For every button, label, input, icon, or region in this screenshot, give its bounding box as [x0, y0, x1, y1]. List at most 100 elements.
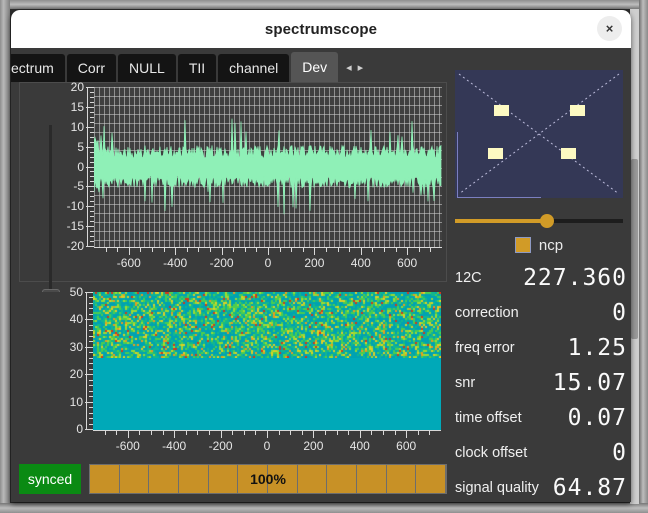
stat-row-clock-offset: clock offset 0: [455, 435, 631, 470]
x-tick-minor: [244, 247, 246, 252]
slider-handle[interactable]: [540, 214, 555, 228]
x-tick-minor: [104, 430, 106, 435]
x-tick-minor: [301, 430, 303, 435]
constellation-point: [488, 148, 504, 160]
x-tick-major: [220, 430, 222, 438]
waterfall-x-axis: -600 -400 -200 0 200 400 600: [93, 430, 441, 456]
x-tick-label: -400: [163, 256, 188, 270]
x-tick-major: [174, 430, 176, 438]
x-tick-label: 600: [397, 256, 418, 270]
x-tick-major: [314, 247, 316, 255]
x-tick-label: -200: [209, 256, 234, 270]
constellation-point: [494, 104, 510, 116]
waterfall-y-axis: 0 10 20 30 40 50: [49, 285, 93, 436]
y-tick-label: 20: [70, 80, 84, 94]
stat-value: 227.360: [523, 264, 627, 291]
x-tick-minor: [291, 247, 293, 252]
constellation-point: [560, 148, 576, 160]
x-tick-minor: [163, 247, 165, 252]
spectrum-trace: [94, 118, 442, 215]
x-tick-minor: [117, 247, 119, 252]
x-tick-minor: [197, 430, 199, 435]
left-panel: ectrum Corr NULL TII channel Dev ◂ ▸ 20 15 10 5 0 -5…: [11, 48, 447, 502]
tab-null[interactable]: NULL: [118, 54, 176, 82]
chevron-left-icon[interactable]: ◂: [346, 62, 352, 74]
x-tick-minor: [278, 430, 280, 435]
window-body: ectrum Corr NULL TII channel Dev ◂ ▸ 20 15 10 5 0 -5…: [11, 48, 631, 502]
y-tick-label: 0: [76, 422, 83, 436]
spectrum-x-axis: -600 -400 -200 0 200 400 600: [94, 247, 442, 273]
stat-row-12c: 12C 227.360: [455, 260, 631, 295]
y-tick-label: 0: [77, 159, 84, 174]
status-bar: synced 100%: [19, 464, 447, 494]
x-tick-minor: [349, 247, 351, 252]
y-tick-label: -15: [66, 219, 84, 234]
scrollbar-thumb[interactable]: [631, 159, 638, 339]
x-tick-minor: [186, 247, 188, 252]
x-tick-label: -600: [115, 439, 140, 453]
window-frame-left: [0, 0, 10, 513]
tab-bar: ectrum Corr NULL TII channel Dev ◂ ▸: [11, 50, 447, 82]
y-tick-major: [86, 126, 94, 128]
stat-value: 0: [612, 439, 627, 466]
tab-tii[interactable]: TII: [177, 54, 217, 82]
close-icon[interactable]: ×: [597, 16, 622, 41]
stat-label: clock offset: [455, 444, 528, 461]
gain-slider[interactable]: [455, 213, 623, 228]
spectrum-panel: 20 15 10 5 0 -5 -10 -15 -20 -600 -400 -200 0 200 400 6…: [19, 80, 447, 313]
constellation-guides-icon: [458, 73, 620, 195]
x-tick-label: -400: [162, 439, 187, 453]
y-tick-major: [86, 146, 94, 148]
stat-label: time offset: [455, 409, 522, 426]
tab-ectrum[interactable]: ectrum: [11, 54, 65, 82]
y-tick-label: 50: [69, 285, 83, 299]
chevron-right-icon[interactable]: ▸: [358, 62, 364, 74]
x-tick-minor: [232, 430, 234, 435]
y-tick-label: 40: [69, 312, 83, 327]
waterfall-panel: 0 10 20 30 40 50 -600 -400 -200 0 200 400 600: [19, 285, 447, 462]
stat-label: signal quality: [455, 479, 539, 496]
tab-dev[interactable]: Dev: [291, 52, 339, 82]
x-tick-major: [268, 247, 269, 255]
y-tick-major: [86, 186, 94, 188]
spectrum-y-axis: 20 15 10 5 0 -5 -10 -15 -20: [50, 80, 94, 253]
constellation-axis-vertical: [457, 132, 458, 198]
x-tick-minor: [279, 247, 281, 252]
stat-label: 12C: [455, 269, 482, 286]
x-tick-minor: [394, 430, 396, 435]
stat-row-freq-error: freq error 1.25: [455, 330, 631, 365]
x-tick-minor: [162, 430, 164, 435]
constellation-point: [569, 104, 585, 116]
y-tick-label: 30: [69, 339, 83, 354]
y-tick-major: [86, 166, 94, 168]
window-scrollbar-vertical[interactable]: [630, 9, 639, 504]
x-tick-minor: [430, 247, 432, 252]
x-tick-minor: [325, 430, 326, 435]
right-panel: ncp 12C 227.360 correction 0 freq error 1.25 s…: [447, 48, 631, 502]
legend-color-swatch: [514, 237, 531, 253]
tab-corr[interactable]: Corr: [66, 54, 117, 82]
spectrum-plot-area: [94, 87, 442, 247]
x-tick-major: [267, 430, 268, 438]
x-tick-label: 200: [303, 439, 324, 453]
x-tick-minor: [243, 430, 245, 435]
progress-bar[interactable]: 100%: [89, 464, 447, 494]
slider-fill: [455, 219, 548, 223]
y-tick-major: [85, 346, 93, 348]
x-tick-minor: [336, 430, 338, 435]
y-tick-major: [86, 87, 94, 88]
x-tick-minor: [198, 247, 200, 252]
x-tick-minor: [429, 430, 431, 435]
x-tick-minor: [290, 430, 292, 435]
stat-value: 64.87: [552, 474, 627, 501]
desktop-background: spectrumscope × ectrum Corr NULL TII channel…: [0, 0, 648, 513]
constellation-diagram: [455, 70, 623, 198]
x-tick-minor: [395, 247, 397, 252]
x-tick-minor: [302, 247, 304, 252]
y-tick-label: -5: [73, 179, 84, 194]
x-tick-label: 200: [304, 256, 325, 270]
tab-channel[interactable]: channel: [218, 54, 290, 82]
application-window: spectrumscope × ectrum Corr NULL TII channel…: [11, 10, 631, 502]
constellation-axis-horizontal: [457, 197, 541, 198]
legend-ncp: ncp: [455, 235, 623, 255]
